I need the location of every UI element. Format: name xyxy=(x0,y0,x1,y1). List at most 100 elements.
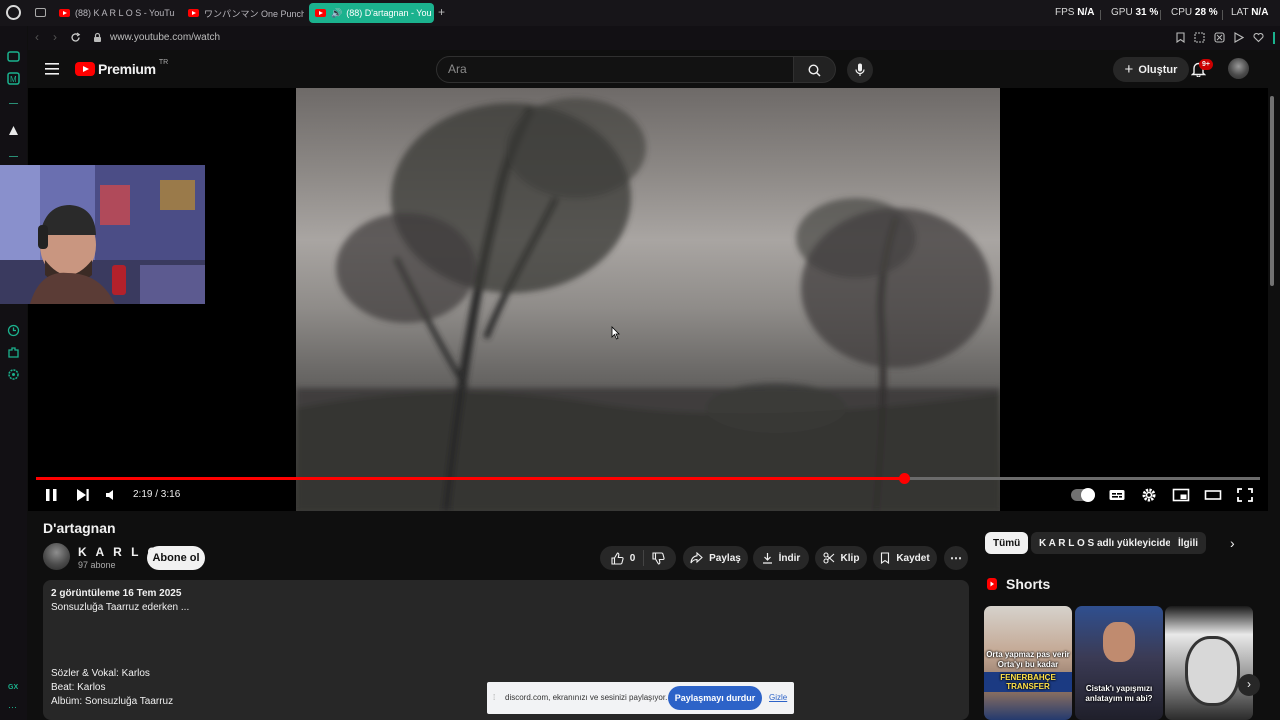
fullscreen-icon[interactable] xyxy=(1236,487,1254,503)
share-arrow-icon xyxy=(690,552,703,564)
tab-dartagnan-active[interactable]: 🔊 (88) D'artagnan - You xyxy=(309,3,434,23)
gx-control-icon[interactable] xyxy=(7,50,20,63)
autoplay-knob xyxy=(1081,488,1095,502)
time-display: 2:19 / 3:16 xyxy=(133,489,181,500)
tab-one-punch-man[interactable]: ワンパンマン One Punch Man xyxy=(182,3,304,23)
description-line: Sözler & Vokal: Karlos xyxy=(51,668,150,679)
video-scene-trees xyxy=(296,98,1000,511)
shorts-section-title: Shorts xyxy=(1006,576,1051,592)
description-line: Albüm: Sonsuzluğa Taarruz xyxy=(51,696,174,707)
short-caption: anlatayım mı abi? xyxy=(1085,694,1153,703)
tab-label: (88) D'artagnan - You xyxy=(346,8,432,18)
tab-islands-icon[interactable] xyxy=(35,8,46,17)
history-icon[interactable] xyxy=(7,324,20,337)
short-thumbnail[interactable] xyxy=(1165,606,1253,720)
page-scrollbar[interactable] xyxy=(1270,96,1274,286)
shorts-logo-icon xyxy=(987,578,997,590)
chip-from-uploader[interactable]: K A R L O S adlı yükleyiciden xyxy=(1031,532,1186,554)
chip-related[interactable]: İlgili xyxy=(1170,532,1206,554)
create-label: Oluştur xyxy=(1138,63,1178,76)
subscriber-count: 97 abone xyxy=(78,560,116,570)
voice-search-button[interactable] xyxy=(847,57,873,83)
region-code: TR xyxy=(158,59,169,66)
browser-tab-bar: (88) K A R L O S - YouTube ワンパンマン One Pu… xyxy=(0,0,1280,26)
bookmark-icon[interactable] xyxy=(1176,32,1185,43)
short-caption: Orta yapmaz pas verir xyxy=(986,650,1070,659)
music-player-icon[interactable] xyxy=(7,124,20,137)
extensions-icon[interactable] xyxy=(7,346,20,359)
chip-all[interactable]: Tümü xyxy=(985,532,1029,554)
hide-banner-link[interactable]: Gizle xyxy=(769,693,787,702)
pause-icon[interactable] xyxy=(43,487,61,503)
forward-arrow-icon[interactable]: › xyxy=(53,30,57,44)
snapshot-icon[interactable] xyxy=(1194,32,1205,43)
new-tab-button[interactable]: + xyxy=(438,5,445,19)
theater-mode-icon[interactable] xyxy=(1204,487,1222,503)
youtube-favicon-icon xyxy=(315,9,326,17)
fps-readout: FPS N/A xyxy=(1055,7,1095,18)
youtube-favicon-icon xyxy=(188,9,199,17)
lock-icon[interactable] xyxy=(93,32,102,43)
scissors-icon xyxy=(822,552,834,564)
save-button[interactable]: Kaydet xyxy=(873,546,937,570)
thumbs-down-icon xyxy=(652,551,665,565)
download-label: İndir xyxy=(778,552,801,564)
channel-avatar[interactable] xyxy=(43,543,70,570)
volume-icon[interactable] xyxy=(104,487,122,503)
youtube-premium-wordmark: Premium xyxy=(98,61,156,77)
tab-karlos-channel[interactable]: (88) K A R L O S - YouTube xyxy=(53,3,175,23)
heart-icon[interactable] xyxy=(1253,32,1264,43)
short-thumbnail[interactable]: Cistak'ı yapışmızı anlatayım mı abi? xyxy=(1075,606,1163,720)
progress-played xyxy=(36,477,904,480)
vpn-icon[interactable] xyxy=(1214,32,1225,43)
bookmark-save-icon xyxy=(881,552,890,564)
sidebar-divider xyxy=(9,156,18,157)
download-icon xyxy=(762,553,772,564)
opera-gx-logo-icon[interactable] xyxy=(6,5,21,20)
settings-gear-icon[interactable] xyxy=(7,368,20,381)
shorts-next-button[interactable]: › xyxy=(1238,674,1260,696)
next-video-icon[interactable] xyxy=(74,487,92,503)
account-avatar[interactable] xyxy=(1228,58,1249,79)
short-thumbnail[interactable]: Orta yapmaz pas verir Orta'yı bu kadar F… xyxy=(984,606,1072,720)
webcam-overlay xyxy=(0,165,205,304)
gx-corner-label[interactable]: GX xyxy=(8,684,18,691)
reload-icon[interactable] xyxy=(70,32,81,43)
download-button[interactable]: İndir xyxy=(753,546,809,570)
stop-sharing-button[interactable]: Paylaşmayı durdur xyxy=(668,686,762,710)
hamburger-menu-icon[interactable] xyxy=(45,63,59,75)
notification-count-badge: 9+ xyxy=(1199,59,1213,70)
youtube-favicon-icon xyxy=(59,9,70,17)
url-text[interactable]: www.youtube.com/watch xyxy=(110,32,220,43)
youtube-logo[interactable]: Premium TR xyxy=(75,59,169,77)
gx-accent-bar xyxy=(1273,32,1275,44)
create-button[interactable]: + Oluştur xyxy=(1113,57,1189,82)
sidebar-more-icon[interactable]: ⋯ xyxy=(8,702,17,713)
autoplay-toggle[interactable] xyxy=(1071,488,1095,502)
address-toolbar-icons xyxy=(1176,32,1275,44)
latency-readout: LAT N/A xyxy=(1231,7,1269,18)
player-icon[interactable] xyxy=(1234,32,1244,43)
progress-scrubber[interactable] xyxy=(899,473,910,484)
short-caption: FENERBAHÇE TRANSFER xyxy=(984,672,1072,692)
clip-button[interactable]: Klip xyxy=(815,546,867,570)
like-button[interactable]: 0 xyxy=(603,550,645,566)
share-button[interactable]: Paylaş xyxy=(683,546,748,570)
clip-label: Klip xyxy=(840,552,860,564)
dislike-button[interactable] xyxy=(644,551,673,565)
messenger-icon[interactable]: M xyxy=(7,72,20,85)
search-input[interactable]: Ara xyxy=(436,56,794,83)
back-arrow-icon[interactable]: ‹ xyxy=(35,30,39,44)
youtube-play-logo-icon xyxy=(75,62,95,76)
search-button[interactable] xyxy=(794,56,836,83)
miniplayer-icon[interactable] xyxy=(1172,487,1190,503)
drag-handle-icon[interactable]: ⁞ xyxy=(493,693,495,702)
settings-icon[interactable] xyxy=(1140,487,1158,503)
subtitles-icon[interactable] xyxy=(1108,487,1126,503)
video-frame[interactable] xyxy=(296,88,1000,511)
chips-next-chevron-icon[interactable]: › xyxy=(1230,535,1235,551)
short-caption: Orta'yı bu kadar xyxy=(997,660,1059,669)
more-actions-button[interactable]: ⋯ xyxy=(944,546,968,570)
subscribe-button[interactable]: Abone ol xyxy=(147,546,205,570)
thumbs-up-icon xyxy=(611,551,624,565)
